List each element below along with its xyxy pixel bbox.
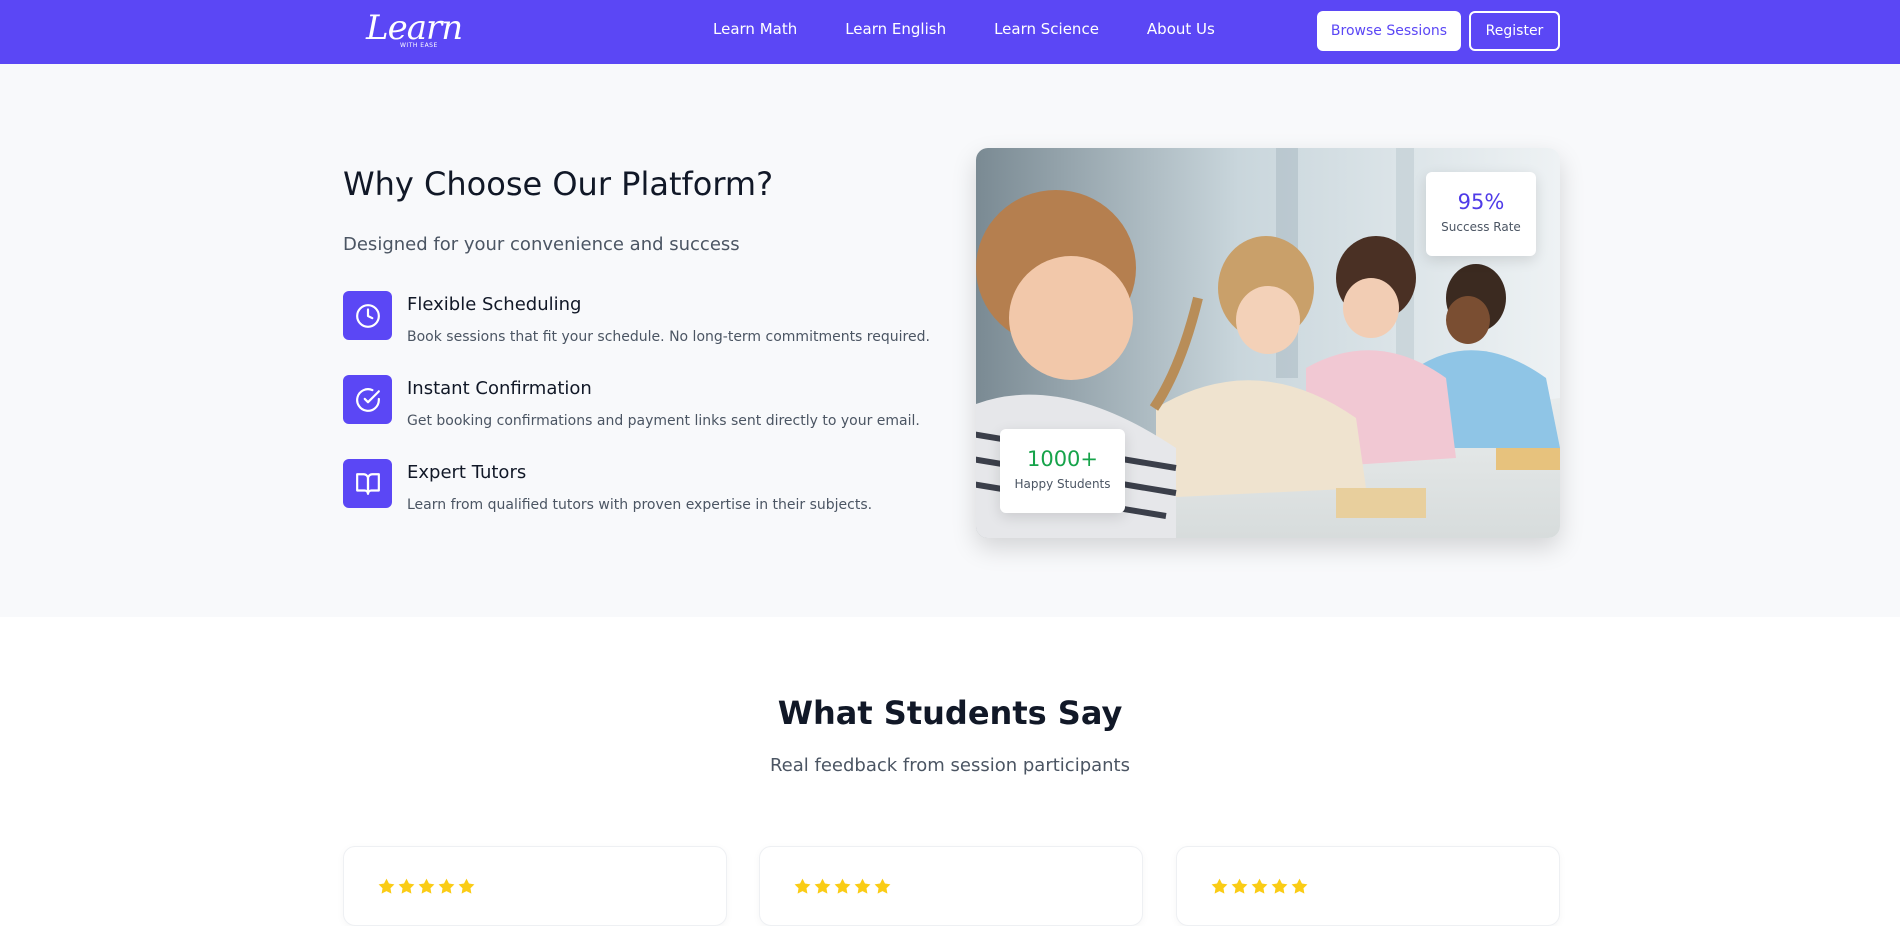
happy-students-value: 1000+ [1026, 447, 1099, 471]
brand-logo[interactable]: Learn WITH EASE [364, 8, 463, 50]
logo-subtext: WITH EASE [400, 42, 438, 49]
star-icon [874, 878, 891, 894]
star-icon [1211, 878, 1228, 894]
testimonial-card [343, 846, 727, 926]
main-nav: Learn Math Learn English Learn Science A… [713, 20, 1215, 38]
star-rating [793, 877, 892, 896]
why-subtitle: Designed for your convenience and succes… [343, 234, 740, 255]
star-icon [378, 878, 395, 894]
star-rating [1210, 877, 1309, 896]
feature-title: Flexible Scheduling [407, 294, 582, 315]
nav-link-learn-english[interactable]: Learn English [845, 20, 946, 38]
clock-icon [343, 291, 392, 340]
register-button[interactable]: Register [1469, 11, 1560, 51]
star-icon [814, 878, 831, 894]
star-rating [377, 877, 476, 896]
star-icon [834, 878, 851, 894]
star-icon [458, 878, 475, 894]
star-icon [1291, 878, 1308, 894]
testimonials-title: What Students Say [777, 694, 1123, 732]
success-rate-card: 95% Success Rate [1426, 172, 1536, 256]
happy-students-card: 1000+ Happy Students [1000, 429, 1125, 513]
star-icon [1231, 878, 1248, 894]
star-icon [438, 878, 455, 894]
nav-link-learn-math[interactable]: Learn Math [713, 20, 797, 38]
testimonials-subtitle: Real feedback from session participants [769, 755, 1130, 776]
book-open-icon [343, 459, 392, 508]
star-icon [398, 878, 415, 894]
testimonial-card [759, 846, 1143, 926]
feature-description: Learn from qualified tutors with proven … [407, 497, 873, 513]
testimonial-card [1176, 846, 1560, 926]
star-icon [1271, 878, 1288, 894]
check-circle-icon [343, 375, 392, 424]
top-navbar: Learn WITH EASE Learn Math Learn English… [0, 0, 1900, 64]
star-icon [418, 878, 435, 894]
success-rate-label: Success Rate [1441, 220, 1521, 234]
success-rate-value: 95% [1457, 190, 1505, 214]
why-title: Why Choose Our Platform? [343, 165, 774, 203]
nav-link-learn-science[interactable]: Learn Science [994, 20, 1099, 38]
feature-description: Book sessions that fit your schedule. No… [407, 329, 930, 345]
star-icon [854, 878, 871, 894]
happy-students-label: Happy Students [1014, 477, 1111, 491]
why-choose-section: Why Choose Our Platform? Designed for yo… [0, 64, 1900, 617]
browse-sessions-button[interactable]: Browse Sessions [1317, 11, 1461, 51]
star-icon [1251, 878, 1268, 894]
star-icon [794, 878, 811, 894]
feature-title: Instant Confirmation [407, 378, 592, 399]
feature-title: Expert Tutors [407, 462, 527, 483]
feature-description: Get booking confirmations and payment li… [407, 413, 920, 429]
nav-link-about-us[interactable]: About Us [1147, 20, 1215, 38]
